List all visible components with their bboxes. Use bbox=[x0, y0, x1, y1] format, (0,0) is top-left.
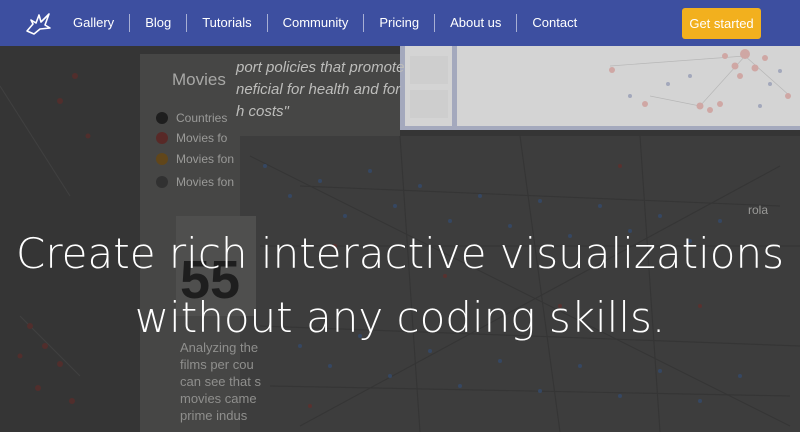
bg-legend-title: Movies bbox=[172, 70, 226, 89]
bg-body-line3: can see that s bbox=[180, 374, 261, 389]
bg-body-line4: movies came bbox=[180, 391, 257, 406]
nav-links: Gallery Blog Tutorials Community Pricing… bbox=[58, 0, 592, 46]
top-navbar: Gallery Blog Tutorials Community Pricing… bbox=[0, 0, 800, 46]
hero-headline-line2: without any coding skills. bbox=[134, 293, 666, 342]
nav-item-gallery[interactable]: Gallery bbox=[58, 14, 129, 32]
bg-quote-line1: port policies that promote bbox=[235, 59, 404, 76]
bg-legend-item-1: Countries bbox=[176, 111, 227, 125]
bg-body-line5: prime indus bbox=[180, 408, 248, 423]
bg-quote-line3: h costs" bbox=[236, 103, 290, 120]
nav-item-tutorials[interactable]: Tutorials bbox=[186, 14, 266, 32]
bg-legend-item-3: Movies fon bbox=[176, 152, 234, 166]
bg-legend-item-4: Movies fon bbox=[176, 175, 234, 189]
bg-body-line2: films per cou bbox=[180, 357, 254, 372]
bg-quote-line2: neficial for health and for bbox=[236, 81, 401, 98]
get-started-button[interactable]: Get started bbox=[682, 8, 761, 39]
nav-item-community[interactable]: Community bbox=[266, 14, 364, 32]
nav-item-about-us[interactable]: About us bbox=[434, 14, 516, 32]
hero-section: Movies port policies that promote nefici… bbox=[0, 46, 800, 432]
bg-map-label: rola bbox=[748, 203, 768, 217]
hero-headline: Create rich interactive visualizations w… bbox=[0, 222, 800, 350]
bird-logo-icon[interactable] bbox=[24, 9, 52, 37]
nav-item-pricing[interactable]: Pricing bbox=[363, 14, 434, 32]
nav-item-blog[interactable]: Blog bbox=[129, 14, 186, 32]
nav-item-contact[interactable]: Contact bbox=[516, 14, 592, 32]
bg-legend-item-2: Movies fo bbox=[176, 131, 228, 145]
hero-headline-line1: Create rich interactive visualizations bbox=[16, 229, 784, 278]
